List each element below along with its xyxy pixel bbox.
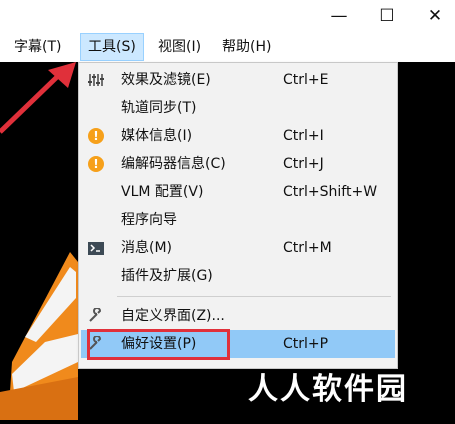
annotation-arrow xyxy=(0,62,76,134)
menu-subtitle[interactable]: 字幕(T) xyxy=(7,34,68,60)
menu-item-label: 插件及扩展(G) xyxy=(121,268,213,284)
terminal-icon xyxy=(86,238,106,258)
menu-item-label: 消息(M) xyxy=(121,240,173,256)
tools-dropdown-menu: 效果及滤镜(E) Ctrl+E 轨道同步(T) ! 媒体信息(I) Ctrl+I… xyxy=(78,62,398,369)
info-icon: ! xyxy=(86,126,106,146)
menu-item-messages[interactable]: 消息(M) Ctrl+M xyxy=(81,234,395,262)
maximize-icon: ☐ xyxy=(379,6,395,26)
menu-item-label: 媒体信息(I) xyxy=(121,128,193,144)
menu-item-wizard[interactable]: 程序向导 xyxy=(81,206,395,234)
menu-view[interactable]: 视图(I) xyxy=(151,34,208,60)
shortcut-label: Ctrl+Shift+W xyxy=(283,184,378,200)
equalizer-icon xyxy=(86,70,106,90)
menu-item-label: 自定义界面(Z)... xyxy=(121,308,225,324)
menu-bar: 字幕(T) 工具(S) 视图(I) 帮助(H) xyxy=(0,32,455,62)
info-icon: ! xyxy=(86,154,106,174)
menu-item-label: 效果及滤镜(E) xyxy=(121,72,211,88)
menu-item-plugins-extensions[interactable]: 插件及扩展(G) xyxy=(81,262,395,290)
menu-tools[interactable]: 工具(S) xyxy=(80,33,144,61)
menu-item-codec-info[interactable]: ! 编解码器信息(C) Ctrl+J xyxy=(81,150,395,178)
shortcut-label: Ctrl+P xyxy=(283,336,329,352)
menu-separator xyxy=(117,296,391,297)
menu-item-label: VLM 配置(V) xyxy=(121,184,204,200)
shortcut-label: Ctrl+M xyxy=(283,240,332,256)
minimize-button[interactable]: — xyxy=(316,0,362,32)
menu-item-label: 程序向导 xyxy=(121,212,177,228)
wrench-icon xyxy=(86,306,106,326)
shortcut-label: Ctrl+J xyxy=(283,156,324,172)
watermark-text: 人人软件园 xyxy=(248,372,408,407)
minimize-icon: — xyxy=(330,6,348,26)
menu-help[interactable]: 帮助(H) xyxy=(215,34,278,60)
menu-item-label: 编解码器信息(C) xyxy=(121,156,226,172)
close-icon: ✕ xyxy=(427,6,443,26)
menu-item-media-info[interactable]: ! 媒体信息(I) Ctrl+I xyxy=(81,122,395,150)
menu-item-label: 轨道同步(T) xyxy=(121,100,197,116)
menu-item-effects-filters[interactable]: 效果及滤镜(E) Ctrl+E xyxy=(81,66,395,94)
menu-item-customize-interface[interactable]: 自定义界面(Z)... xyxy=(81,302,395,330)
annotation-highlight-box xyxy=(87,329,230,360)
shortcut-label: Ctrl+E xyxy=(283,72,329,88)
maximize-button[interactable]: ☐ xyxy=(364,0,410,32)
shortcut-label: Ctrl+I xyxy=(283,128,324,144)
close-button[interactable]: ✕ xyxy=(412,0,455,32)
title-bar: — ☐ ✕ xyxy=(0,0,455,32)
menu-item-track-sync[interactable]: 轨道同步(T) xyxy=(81,94,395,122)
menu-item-vlm-config[interactable]: VLM 配置(V) Ctrl+Shift+W xyxy=(81,178,395,206)
